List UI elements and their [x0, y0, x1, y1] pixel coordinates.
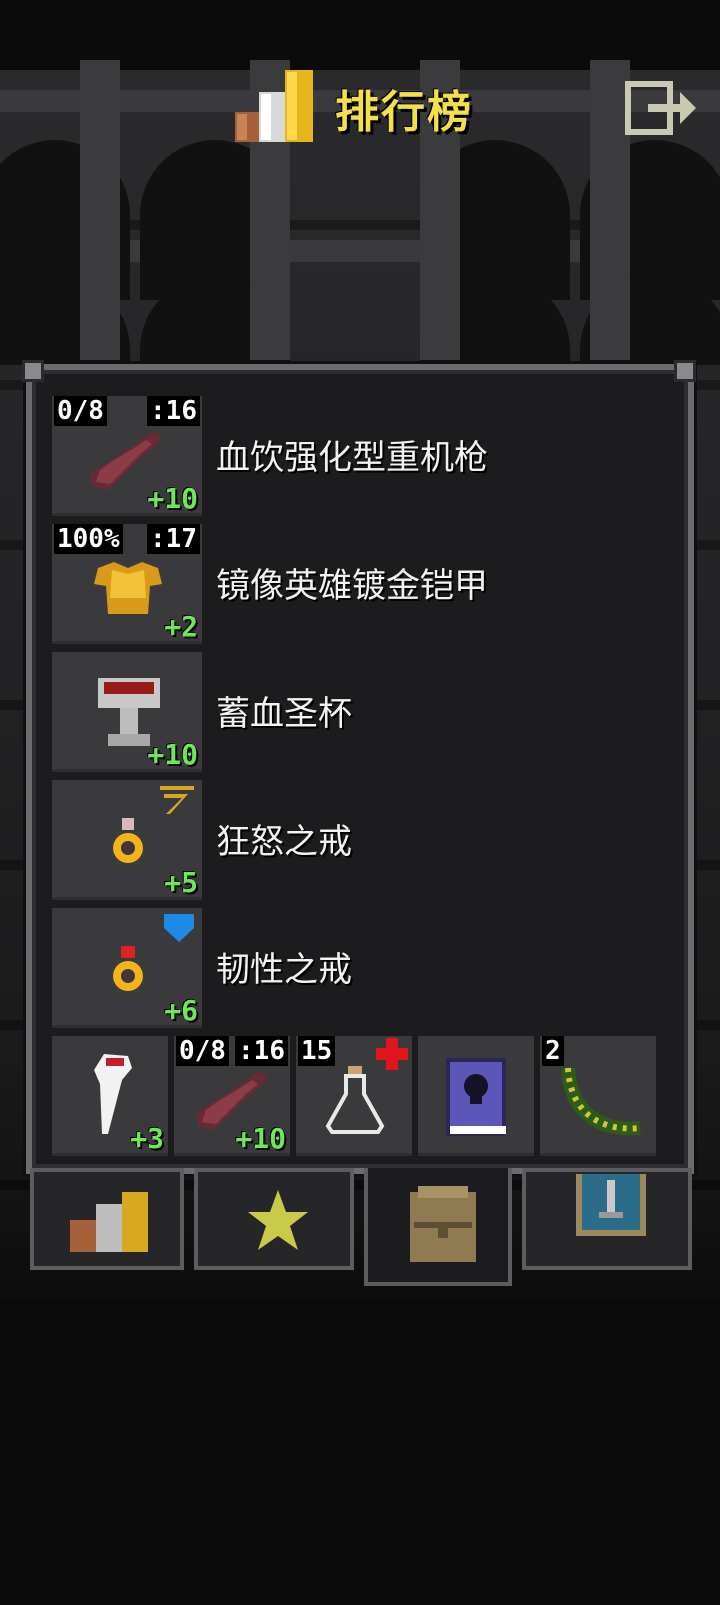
item-quantity: 2 [542, 1036, 564, 1066]
upgrade-level: +5 [164, 866, 198, 899]
equip-slot-artifact[interactable]: +10 [52, 652, 202, 772]
tab-hero[interactable] [522, 1168, 692, 1270]
gold-armor-icon [94, 562, 162, 614]
equip-slot-ring-2[interactable]: +6 [52, 908, 202, 1028]
page-title: 排行榜 [335, 87, 473, 138]
equip-slot-ring-1[interactable]: +5 [52, 780, 202, 900]
upgrade-level: +2 [164, 610, 198, 643]
equip-slot-weapon[interactable]: 0/8 :16 +10 [52, 396, 202, 516]
gold-runes-icon [160, 786, 194, 814]
upgrade-level: +10 [235, 1122, 286, 1155]
quickslot-3[interactable]: 15 [296, 1036, 412, 1156]
item-quantity: 15 [298, 1036, 336, 1066]
equip-name-artifact[interactable]: 蓄血圣杯 [216, 686, 352, 735]
exit-icon[interactable] [624, 80, 700, 136]
equip-name-armor[interactable]: 镜像英雄镀金铠甲 [216, 558, 488, 607]
equip-name-ring-1[interactable]: 狂怒之戒 [216, 814, 352, 863]
upgrade-level: +10 [147, 738, 198, 771]
charge-count: 0/8 [54, 396, 107, 426]
ring-of-fury-icon [113, 818, 143, 863]
seed-pod-icon [561, 1067, 641, 1136]
equip-name-weapon[interactable]: 血饮强化型重机枪 [216, 430, 488, 479]
tab-rankings[interactable] [30, 1168, 184, 1270]
backpack-icon [410, 1186, 476, 1262]
panel-corner [22, 360, 44, 382]
strength-requirement: :16 [147, 396, 200, 426]
equip-slot-armor[interactable]: 100% :17 +2 [52, 524, 202, 644]
empty-flask-icon [325, 1066, 385, 1134]
sword-card-icon [576, 1174, 646, 1236]
blue-shield-icon [164, 914, 194, 942]
leaderboard-bars-icon [235, 70, 313, 142]
panel-corner [674, 360, 696, 382]
ring-of-tenacity-icon [113, 946, 143, 991]
upgrade-level: +3 [130, 1122, 164, 1155]
upgrade-level: +6 [164, 994, 198, 1027]
tab-badges[interactable] [194, 1168, 354, 1270]
upgrade-level: +10 [147, 482, 198, 515]
strength-requirement: :16 [235, 1036, 288, 1066]
equip-name-ring-2[interactable]: 韧性之戒 [216, 942, 352, 991]
leaderboard-bars-icon [70, 1192, 148, 1252]
armor-durability: 100% [54, 524, 123, 554]
quickslot-2[interactable]: 0/8 :16 +10 [174, 1036, 290, 1156]
strength-requirement: :17 [147, 524, 200, 554]
skull-spellbook-icon [446, 1058, 506, 1136]
quickslot-1[interactable]: +3 [52, 1036, 168, 1156]
star-icon [248, 1190, 308, 1250]
charge-count: 0/8 [176, 1036, 229, 1066]
quickslot-4[interactable] [418, 1036, 534, 1156]
quickslot-5[interactable]: 2 [540, 1036, 656, 1156]
tab-inventory[interactable] [364, 1168, 512, 1286]
